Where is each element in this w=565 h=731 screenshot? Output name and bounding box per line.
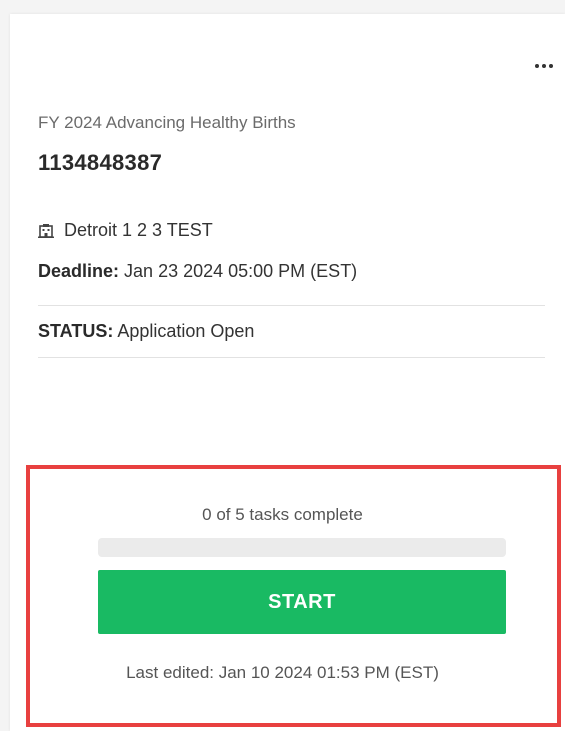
deadline-value: Jan 23 2024 05:00 PM (EST) [124, 261, 358, 281]
deadline-label: Deadline: [38, 261, 120, 281]
more-options-button[interactable] [529, 58, 559, 74]
deadline: Deadline: Jan 23 2024 05:00 PM (EST) [38, 261, 357, 282]
status-value: Application Open [117, 321, 255, 341]
program-name: FY 2024 Advancing Healthy Births [38, 113, 296, 132]
tasks-summary: 0 of 5 tasks complete [202, 505, 363, 524]
status-label: STATUS: [38, 321, 114, 341]
more-horizontal-icon-dot [542, 64, 546, 68]
divider [38, 357, 545, 358]
last-edited: Last edited: Jan 10 2024 01:53 PM (EST) [126, 663, 439, 682]
start-button[interactable]: START [98, 570, 506, 634]
more-horizontal-icon-dot [535, 64, 539, 68]
organization-name: Detroit 1 2 3 TEST [64, 220, 213, 240]
more-horizontal-icon-dot [549, 64, 553, 68]
building-icon [38, 223, 54, 239]
divider [38, 305, 545, 306]
application-id: 1134848387 [38, 150, 163, 175]
tasks-progress-bar [98, 538, 506, 557]
status: STATUS: Application Open [38, 321, 254, 342]
page: FY 2024 Advancing Healthy Births 1134848… [0, 0, 565, 731]
organization-row: Detroit 1 2 3 TEST [38, 220, 213, 241]
